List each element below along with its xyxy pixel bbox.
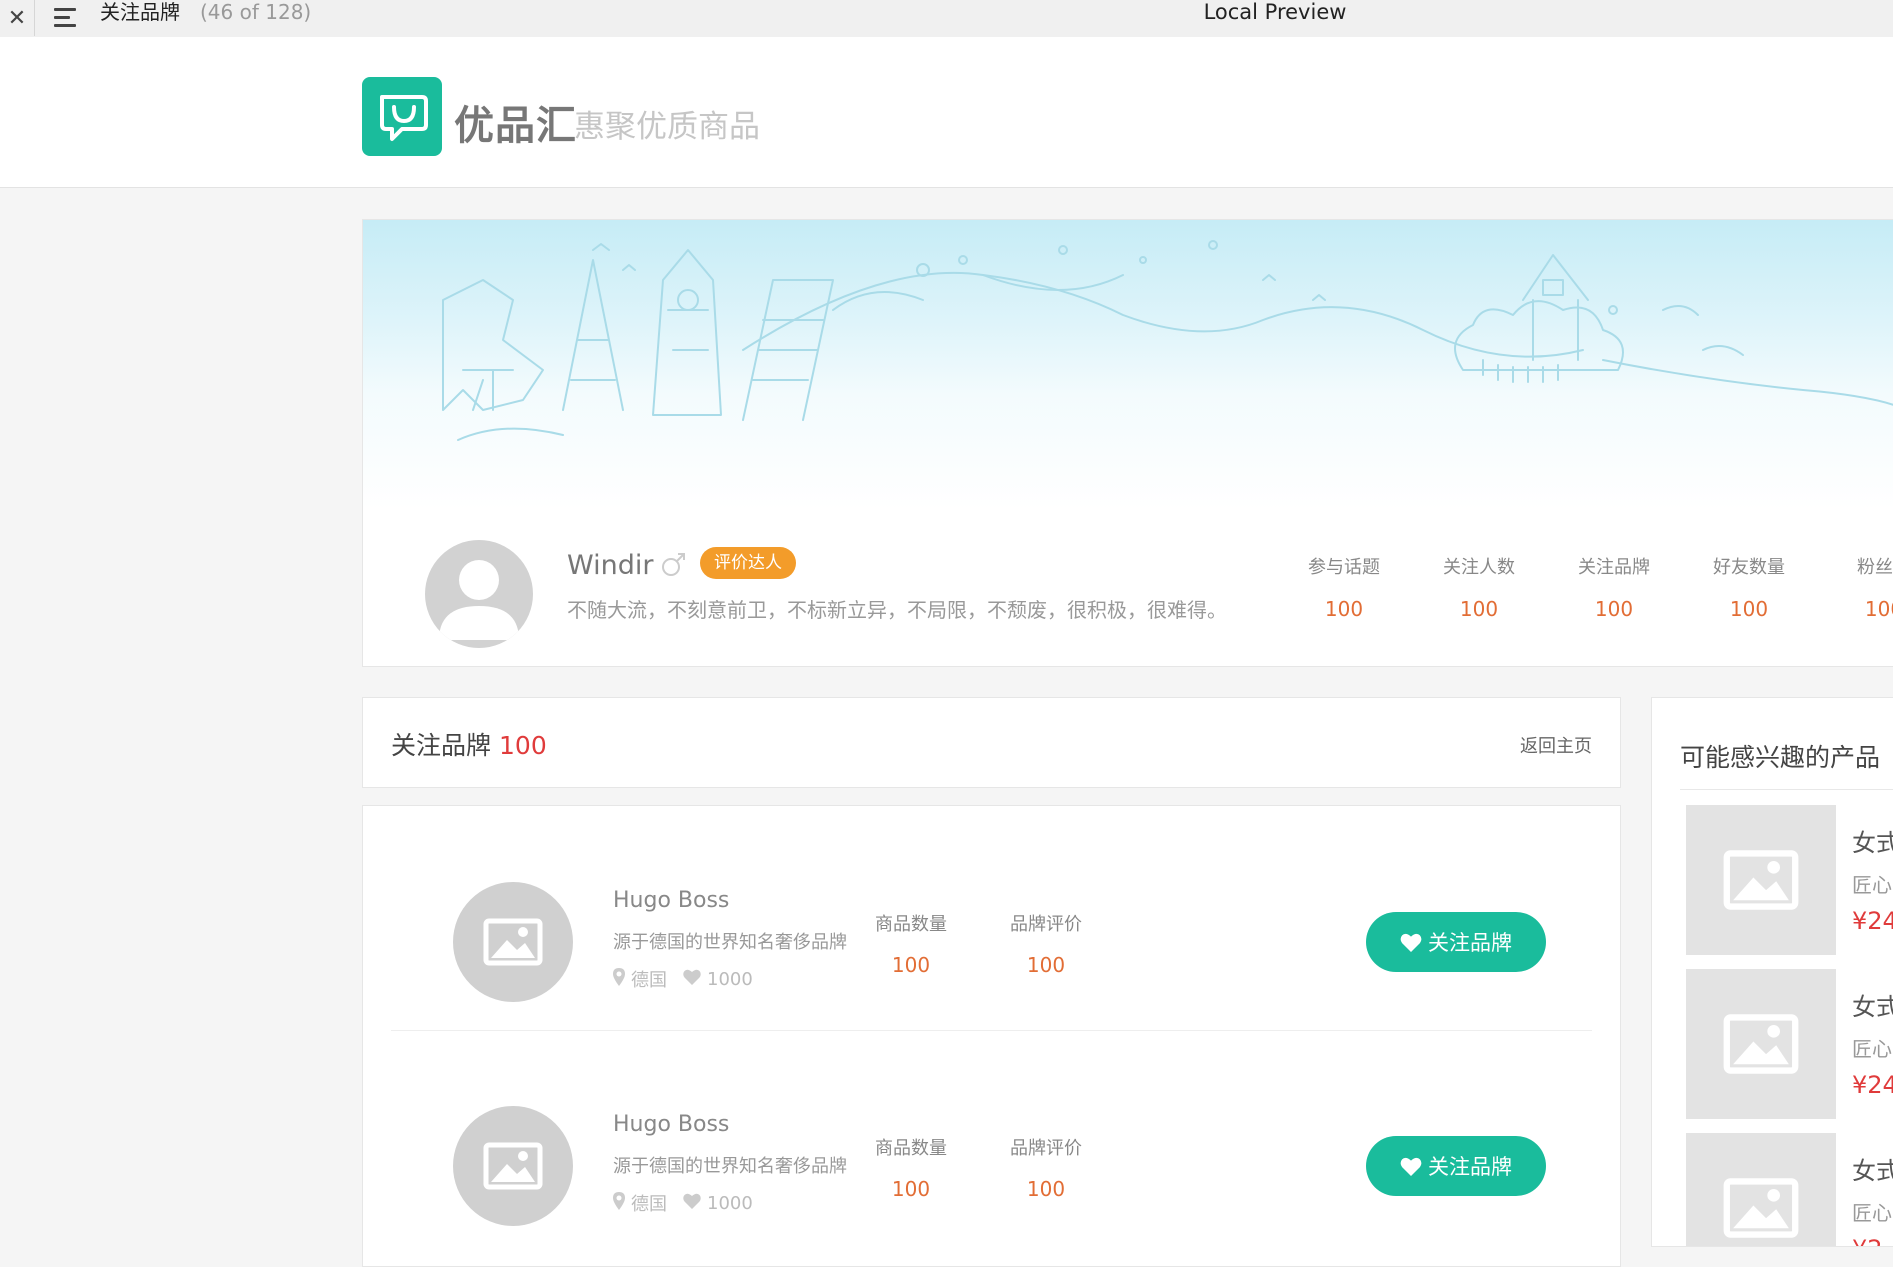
image-placeholder-icon	[483, 918, 543, 966]
close-icon[interactable]: ✕	[0, 0, 35, 36]
product-item[interactable]: 女式 匠心 ¥24	[1686, 805, 1893, 955]
user-name: Windir	[567, 550, 654, 581]
product-price: ¥2	[1852, 1235, 1883, 1246]
brand-stat-value: 100	[1026, 1177, 1066, 1201]
profile-card: Windir 评价达人 不随大流，不刻意前卫，不标新立异，不局限，不颓废，很积极…	[362, 219, 1893, 667]
image-placeholder-icon	[483, 1142, 543, 1190]
stat-label: 好友数量	[1713, 557, 1785, 578]
section-count: 100	[499, 731, 547, 760]
menu-icon[interactable]	[54, 8, 80, 28]
stat-brands[interactable]: 关注品牌 100	[1559, 553, 1669, 621]
product-price: ¥24	[1852, 1071, 1893, 1099]
stat-following[interactable]: 关注人数 100	[1424, 553, 1534, 621]
stat-label: 关注品牌	[1578, 557, 1650, 578]
back-home-link[interactable]: 返回主页	[1520, 732, 1592, 758]
section-title-text: 关注品牌	[391, 731, 492, 760]
brand-description: 源于德国的世界知名奢侈品牌	[613, 932, 847, 953]
brand-stat-label: 品牌评价	[1010, 914, 1082, 935]
image-placeholder-icon	[1723, 850, 1799, 910]
heart-icon	[1400, 933, 1422, 952]
product-item[interactable]: 女式 匠心 ¥2	[1686, 1133, 1893, 1246]
brand-logo[interactable]	[453, 1106, 573, 1226]
location-pin-icon	[613, 967, 625, 991]
stat-value: 100	[1729, 597, 1769, 621]
site-brand-name[interactable]: 优品汇	[454, 93, 577, 151]
image-placeholder-icon	[1723, 1014, 1799, 1074]
brand-description: 源于德国的世界知名奢侈品牌	[613, 1156, 847, 1177]
brand-meta: 德国 1000	[613, 966, 753, 992]
brand-stat-value: 100	[891, 1177, 931, 1201]
brand-stat-rating: 品牌评价 100	[996, 1134, 1096, 1201]
sidebar-divider	[1680, 789, 1893, 790]
brand-likes: 1000	[707, 1192, 753, 1214]
stat-topics[interactable]: 参与话题 100	[1289, 553, 1399, 621]
brand-name[interactable]: Hugo Boss	[613, 1112, 729, 1137]
brand-likes: 1000	[707, 968, 753, 990]
heart-icon	[683, 1193, 701, 1214]
stat-value: 100	[1459, 597, 1499, 621]
viewer-toolbar: ✕ 关注品牌 (46 of 128) Local Preview	[0, 0, 1893, 38]
product-item[interactable]: 女式 匠心 ¥24	[1686, 969, 1893, 1119]
stat-label: 参与话题	[1308, 557, 1380, 578]
sidebar-title: 可能感兴趣的产品	[1680, 743, 1881, 772]
stat-value: 100	[1594, 597, 1634, 621]
product-price: ¥24	[1852, 907, 1893, 935]
follow-brand-button[interactable]: 关注品牌	[1366, 1136, 1546, 1196]
brand-meta: 德国 1000	[613, 1190, 753, 1216]
user-bio: 不随大流，不刻意前卫，不标新立异，不局限，不颓废，很积极，很难得。	[567, 598, 1227, 622]
viewer-title: 关注品牌	[100, 0, 180, 24]
follow-brand-label: 关注品牌	[1428, 1155, 1512, 1179]
stat-label: 粉丝数	[1857, 557, 1893, 578]
product-name[interactable]: 女式	[1852, 1151, 1893, 1186]
brand-stat-label: 商品数量	[875, 1138, 947, 1159]
follow-brand-button[interactable]: 关注品牌	[1366, 912, 1546, 972]
heart-icon	[1400, 1157, 1422, 1176]
avatar[interactable]	[425, 540, 533, 648]
product-name[interactable]: 女式	[1852, 987, 1893, 1022]
brands-section-header: 关注品牌 100 返回主页	[362, 697, 1621, 788]
product-thumbnail[interactable]	[1686, 1133, 1836, 1246]
brand-stat-rating: 品牌评价 100	[996, 910, 1096, 977]
recommended-products-sidebar: 可能感兴趣的产品 女式 匠心 ¥24 女式 匠心 ¥24	[1651, 697, 1893, 1247]
section-title: 关注品牌 100	[391, 726, 547, 762]
brand-stat-products: 商品数量 100	[861, 1134, 961, 1201]
brand-stat-label: 商品数量	[875, 914, 947, 935]
heart-icon	[683, 969, 701, 990]
location-pin-icon	[613, 1191, 625, 1215]
follow-brand-label: 关注品牌	[1428, 931, 1512, 955]
list-item: Hugo Boss 源于德国的世界知名奢侈品牌 德国 1000 商品数量 100…	[391, 1030, 1592, 1254]
list-item: Hugo Boss 源于德国的世界知名奢侈品牌 德国 1000 商品数量 100…	[391, 806, 1592, 1031]
brand-name[interactable]: Hugo Boss	[613, 888, 729, 913]
stat-friends[interactable]: 好友数量 100	[1694, 553, 1804, 621]
product-name[interactable]: 女式	[1852, 823, 1893, 858]
travel-landmarks-illustration	[442, 240, 1893, 441]
brand-location: 德国	[631, 1194, 667, 1215]
viewer-count: (46 of 128)	[200, 0, 312, 24]
stat-value: 100	[1864, 597, 1893, 621]
stat-label: 关注人数	[1443, 557, 1515, 578]
product-thumbnail[interactable]	[1686, 805, 1836, 955]
site-slogan: 惠聚优质商品	[574, 109, 760, 145]
male-icon	[661, 550, 687, 580]
brand-stat-value: 100	[891, 953, 931, 977]
image-placeholder-icon	[1723, 1178, 1799, 1238]
brand-location: 德国	[631, 970, 667, 991]
chat-bubble-logo-icon[interactable]	[362, 77, 442, 156]
product-subtitle: 匠心	[1852, 1201, 1892, 1225]
site-header: 优品汇 惠聚优质商品	[0, 37, 1893, 188]
brand-logo[interactable]	[453, 882, 573, 1002]
brand-stat-value: 100	[1026, 953, 1066, 977]
brand-stat-label: 品牌评价	[1010, 1138, 1082, 1159]
brand-stat-products: 商品数量 100	[861, 910, 961, 977]
brand-list: Hugo Boss 源于德国的世界知名奢侈品牌 德国 1000 商品数量 100…	[362, 805, 1621, 1267]
product-subtitle: 匠心	[1852, 1037, 1892, 1061]
user-badge: 评价达人	[700, 547, 796, 579]
profile-banner	[363, 220, 1893, 510]
stat-value: 100	[1324, 597, 1364, 621]
stat-fans[interactable]: 粉丝数 100	[1829, 553, 1893, 621]
product-subtitle: 匠心	[1852, 873, 1892, 897]
product-thumbnail[interactable]	[1686, 969, 1836, 1119]
viewer-center-label: Local Preview	[1203, 0, 1347, 24]
